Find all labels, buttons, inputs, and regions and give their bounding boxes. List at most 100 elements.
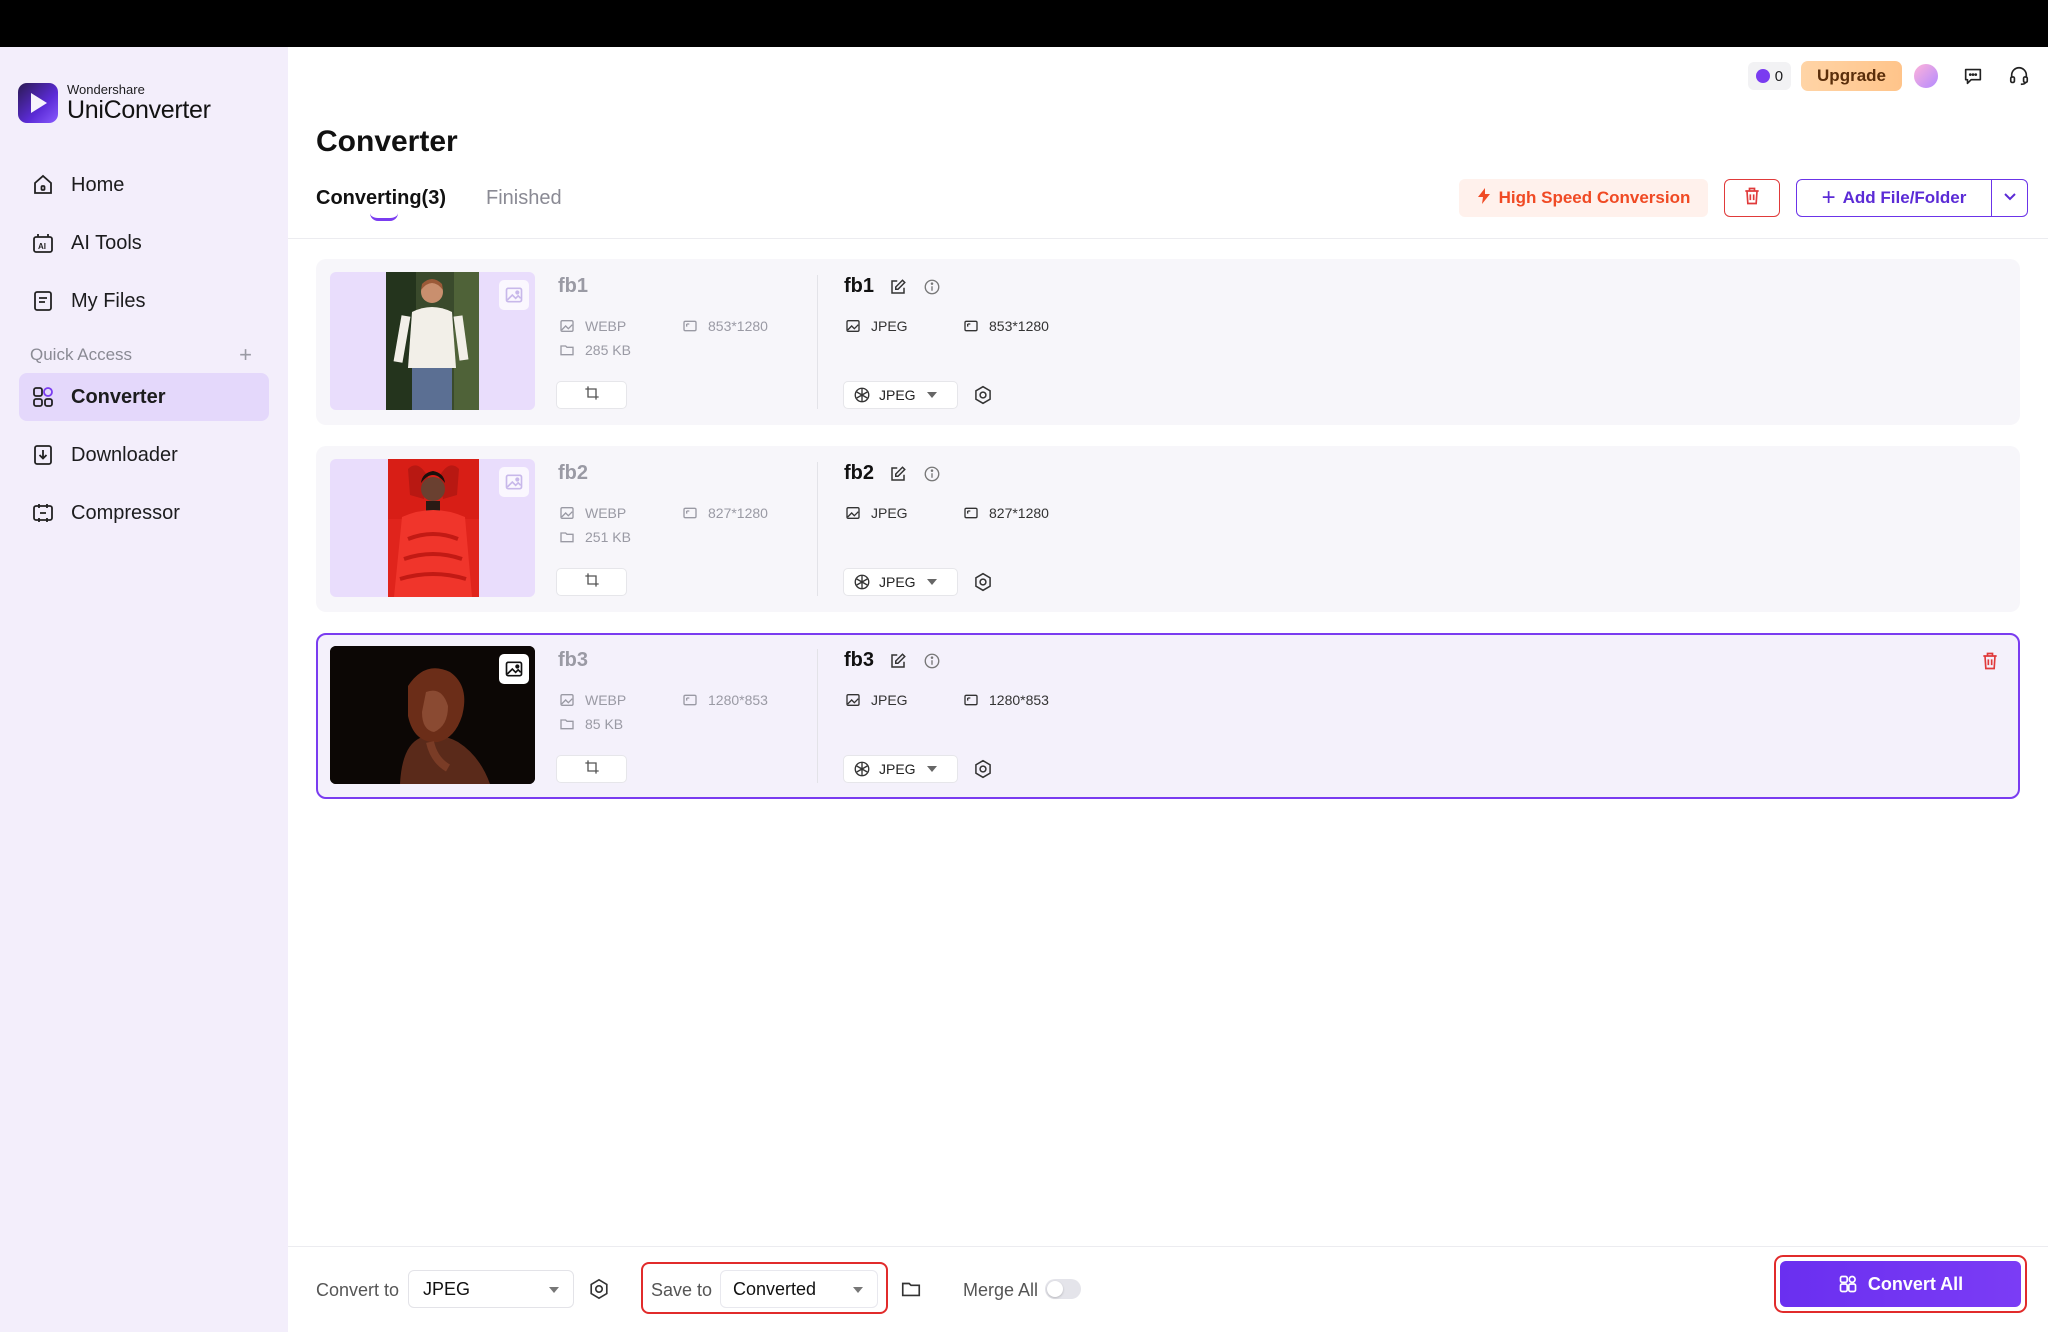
app-window: Wondershare UniConverter Home AI AI Tool…	[0, 47, 2048, 1332]
brand-product: UniConverter	[67, 96, 211, 124]
caret-down-icon	[926, 579, 937, 585]
caret-down-icon	[926, 392, 937, 398]
caret-down-icon	[926, 766, 937, 772]
crop-icon	[584, 572, 600, 593]
lightning-icon	[1477, 187, 1491, 209]
edit-name-icon[interactable]	[888, 651, 908, 671]
folder-icon	[558, 528, 576, 546]
source-size: 85 KB	[558, 715, 623, 733]
add-file-folder-button[interactable]: + Add File/Folder	[1796, 179, 2028, 217]
info-icon[interactable]	[922, 277, 942, 297]
avatar[interactable]	[1912, 62, 1940, 90]
source-format: WEBP	[558, 504, 626, 522]
high-speed-label: High Speed Conversion	[1498, 188, 1691, 207]
source-dimensions: 1280*853	[681, 691, 768, 709]
convert-all-button[interactable]: Convert All	[1780, 1261, 2021, 1307]
edit-name-icon[interactable]	[888, 464, 908, 484]
file-thumbnail[interactable]	[330, 272, 535, 410]
target-format-select[interactable]: JPEG	[843, 568, 958, 596]
target-format-select[interactable]: JPEG	[843, 755, 958, 783]
page-title: Converter	[316, 125, 458, 158]
edit-name-icon[interactable]	[888, 277, 908, 297]
source-format: WEBP	[558, 691, 626, 709]
settings-icon[interactable]	[971, 383, 995, 407]
file-thumbnail[interactable]	[330, 646, 535, 784]
open-folder-icon[interactable]	[898, 1276, 924, 1302]
dimensions-icon	[681, 504, 699, 522]
target-format-select[interactable]: JPEG	[843, 381, 958, 409]
format-globe-icon	[853, 760, 871, 778]
sidebar-item-label: Downloader	[71, 443, 178, 466]
add-file-dropdown[interactable]	[1991, 180, 2027, 216]
info-icon[interactable]	[922, 651, 942, 671]
delete-all-button[interactable]	[1724, 179, 1780, 217]
sidebar-item-ai-tools[interactable]: AI AI Tools	[19, 219, 269, 267]
crop-button[interactable]	[556, 381, 627, 409]
sidebar-item-compressor[interactable]: Compressor	[19, 489, 269, 537]
dimensions-icon	[962, 317, 980, 335]
dimensions-icon	[962, 504, 980, 522]
tab-finished[interactable]: Finished	[486, 187, 562, 210]
uniconverter-logo-icon	[18, 83, 58, 123]
convert-to-select[interactable]: JPEG	[408, 1270, 574, 1308]
my-files-icon	[30, 288, 56, 314]
folder-icon	[558, 341, 576, 359]
file-card[interactable]: fb2 WEBP 251 KB 827*1280 fb2 JPEG 827*12…	[316, 446, 2020, 612]
source-size: 285 KB	[558, 341, 631, 359]
card-divider	[817, 275, 818, 409]
support-headset-icon[interactable]	[2006, 63, 2032, 89]
svg-text:AI: AI	[38, 242, 46, 251]
image-format-icon	[844, 317, 862, 335]
high-speed-conversion-button[interactable]: High Speed Conversion	[1459, 179, 1708, 217]
dimensions-icon	[962, 691, 980, 709]
add-file-folder-main[interactable]: + Add File/Folder	[1797, 180, 1991, 216]
convert-icon	[1838, 1274, 1858, 1294]
credits-badge[interactable]: 0	[1747, 62, 1792, 90]
tab-converting[interactable]: Converting(3)	[316, 187, 446, 210]
crop-button[interactable]	[556, 755, 627, 783]
info-icon[interactable]	[922, 464, 942, 484]
sidebar-item-home[interactable]: Home	[19, 161, 269, 209]
sidebar-item-my-files[interactable]: My Files	[19, 277, 269, 325]
file-thumbnail[interactable]	[330, 459, 535, 597]
sidebar-item-label: AI Tools	[71, 231, 142, 254]
delete-file-button[interactable]	[1978, 651, 2002, 675]
output-format: JPEG	[844, 691, 908, 709]
settings-icon[interactable]	[971, 757, 995, 781]
merge-all-toggle[interactable]	[1045, 1279, 1081, 1299]
upgrade-button[interactable]: Upgrade	[1801, 61, 1902, 91]
converter-icon	[30, 384, 56, 410]
sidebar-item-label: Home	[71, 173, 125, 196]
folder-icon	[558, 715, 576, 733]
image-format-icon	[558, 504, 576, 522]
caret-down-icon	[853, 1287, 863, 1293]
header-divider	[288, 238, 2048, 239]
image-type-icon	[499, 280, 529, 310]
sidebar-item-label: Compressor	[71, 501, 180, 524]
crop-button[interactable]	[556, 568, 627, 596]
dimensions-icon	[681, 317, 699, 335]
caret-down-icon	[549, 1287, 559, 1293]
card-divider	[817, 649, 818, 783]
crop-icon	[584, 385, 600, 406]
brand: Wondershare UniConverter	[18, 83, 211, 123]
card-divider	[817, 462, 818, 596]
save-to-select[interactable]: Converted	[720, 1270, 878, 1308]
file-card[interactable]: fb1 WEBP 285 KB 853*1280 fb1 JPEG 853*12…	[316, 259, 2020, 425]
format-globe-icon	[853, 573, 871, 591]
settings-icon[interactable]	[971, 570, 995, 594]
sidebar: Wondershare UniConverter Home AI AI Tool…	[0, 47, 288, 1332]
photo-woman-red-dress	[388, 459, 479, 597]
output-file-name: fb1	[844, 275, 942, 298]
save-to-label: Save to	[651, 1280, 713, 1300]
output-settings-icon[interactable]	[586, 1276, 612, 1302]
sidebar-item-converter[interactable]: Converter	[19, 373, 269, 421]
source-format: WEBP	[558, 317, 626, 335]
image-format-icon	[558, 317, 576, 335]
file-card[interactable]: fb3 WEBP 85 KB 1280*853 fb3 JPEG 1280*85…	[316, 633, 2020, 799]
sidebar-item-downloader[interactable]: Downloader	[19, 431, 269, 479]
photo-woman-white-shirt	[386, 272, 479, 410]
add-quick-access-icon[interactable]: +	[239, 342, 252, 368]
source-file-name: fb3	[558, 649, 588, 671]
message-icon[interactable]	[1960, 63, 1986, 89]
